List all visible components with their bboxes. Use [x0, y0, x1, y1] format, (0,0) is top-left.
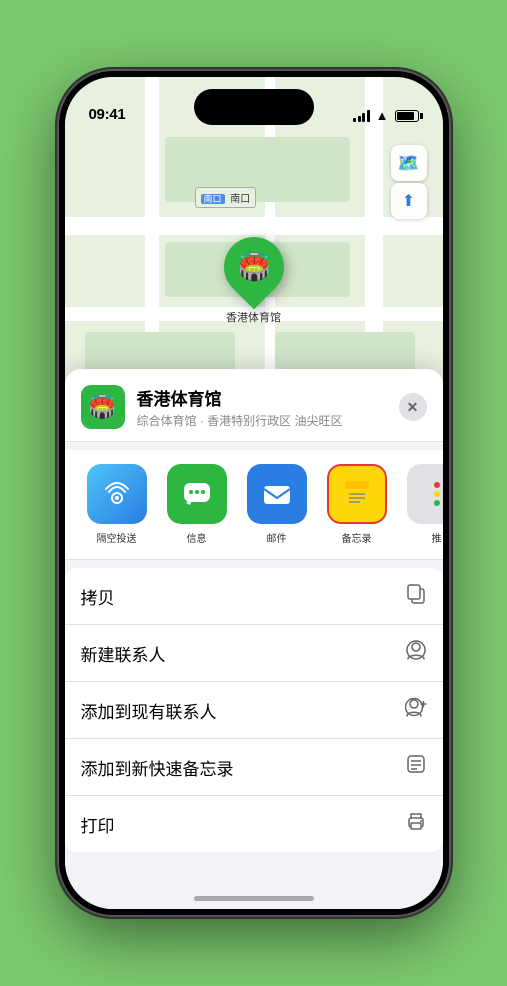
copy-label: 拷贝: [81, 584, 115, 609]
action-new-contact[interactable]: 新建联系人: [65, 625, 443, 682]
add-notes-icon: [405, 753, 427, 781]
bottom-sheet: 🏟️ 香港体育馆 综合体育馆 · 香港特别行政区 油尖旺区 ✕: [65, 369, 443, 909]
location-icon: ⬆: [402, 191, 415, 211]
venue-name: 香港体育馆: [137, 385, 387, 410]
phone-screen: 09:41 ▲: [65, 77, 443, 909]
add-existing-icon: [405, 696, 427, 724]
wifi-icon: ▲: [376, 108, 389, 123]
more-icon: [407, 464, 443, 524]
new-contact-icon: [405, 639, 427, 667]
airdrop-label: 隔空投送: [97, 530, 137, 545]
messages-label: 信息: [187, 530, 207, 545]
print-label: 打印: [81, 812, 115, 837]
print-icon: [405, 810, 427, 838]
share-row: 隔空投送 信息: [65, 450, 443, 560]
pin-label: 香港体育馆: [226, 309, 281, 325]
pin-emoji: 🏟️: [237, 252, 269, 283]
location-button[interactable]: ⬆: [391, 183, 427, 219]
status-icons: ▲: [353, 108, 418, 123]
mail-icon: [247, 464, 307, 524]
map-block: [165, 137, 350, 202]
share-item-more[interactable]: 推: [401, 464, 443, 545]
venue-info: 香港体育馆 综合体育馆 · 香港特别行政区 油尖旺区: [137, 385, 387, 429]
battery-icon: [395, 110, 419, 122]
signal-icon: [353, 110, 370, 122]
action-list: 拷贝 新建联系人: [65, 568, 443, 852]
map-road: [65, 217, 443, 235]
notes-icon: [327, 464, 387, 524]
map-label: 南口 南口: [195, 187, 257, 208]
map-controls: 🗺️ ⬆: [391, 145, 427, 219]
layers-icon: 🗺️: [397, 153, 419, 174]
airdrop-icon: [87, 464, 147, 524]
action-print[interactable]: 打印: [65, 796, 443, 852]
mail-label: 邮件: [267, 530, 287, 545]
location-pin: 🏟️ 香港体育馆: [224, 237, 284, 325]
pin-bubble: 🏟️: [211, 225, 296, 310]
messages-icon: [167, 464, 227, 524]
sheet-header: 🏟️ 香港体育馆 综合体育馆 · 香港特别行政区 油尖旺区 ✕: [65, 369, 443, 442]
close-button[interactable]: ✕: [399, 393, 427, 421]
copy-icon: [405, 582, 427, 610]
notes-label: 备忘录: [342, 530, 372, 545]
action-copy[interactable]: 拷贝: [65, 568, 443, 625]
phone-frame: 09:41 ▲: [59, 71, 449, 915]
action-add-notes[interactable]: 添加到新快速备忘录: [65, 739, 443, 796]
dynamic-island: [194, 89, 314, 125]
new-contact-label: 新建联系人: [81, 641, 166, 666]
close-icon: ✕: [407, 399, 419, 416]
share-item-mail[interactable]: 邮件: [241, 464, 313, 545]
share-item-messages[interactable]: 信息: [161, 464, 233, 545]
add-existing-label: 添加到现有联系人: [81, 698, 217, 723]
more-label: 推: [432, 530, 442, 545]
status-time: 09:41: [89, 106, 126, 123]
home-indicator: [194, 896, 314, 901]
venue-icon: 🏟️: [81, 385, 125, 429]
venue-subtitle: 综合体育馆 · 香港特别行政区 油尖旺区: [137, 412, 387, 429]
share-item-notes[interactable]: 备忘录: [321, 464, 393, 545]
share-item-airdrop[interactable]: 隔空投送: [81, 464, 153, 545]
map-layers-button[interactable]: 🗺️: [391, 145, 427, 181]
action-add-existing[interactable]: 添加到现有联系人: [65, 682, 443, 739]
add-notes-label: 添加到新快速备忘录: [81, 755, 234, 780]
